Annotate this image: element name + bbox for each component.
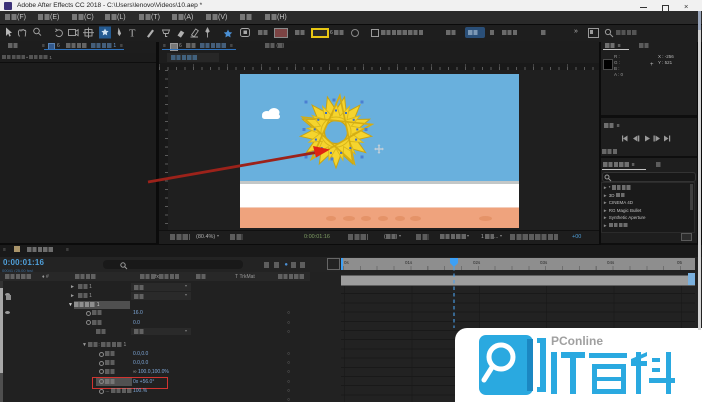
- svg-text:PConline: PConline: [551, 334, 603, 348]
- svg-text:T: T: [129, 29, 136, 40]
